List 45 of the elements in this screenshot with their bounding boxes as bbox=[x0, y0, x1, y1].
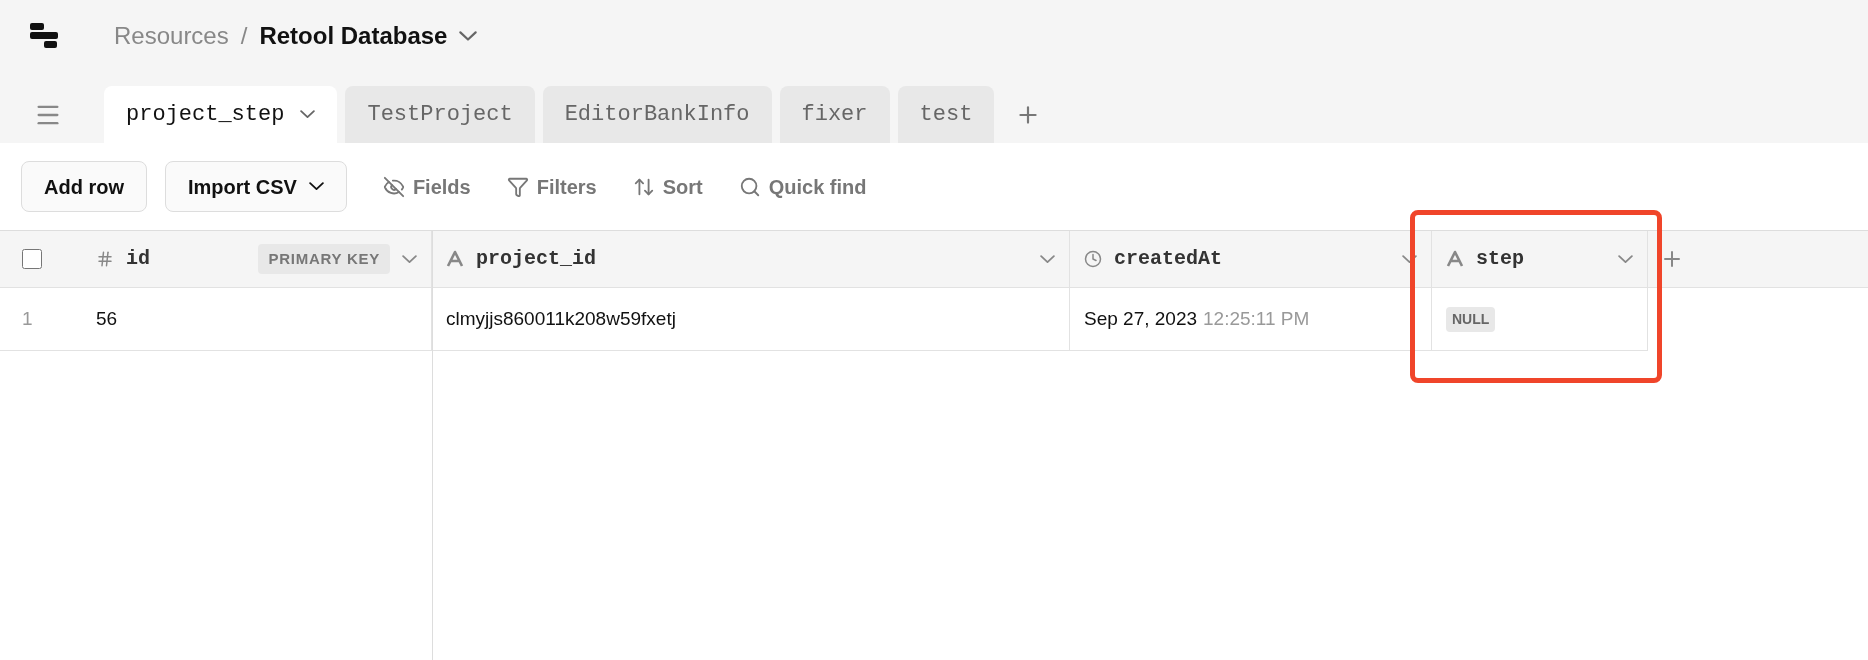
filter-icon bbox=[506, 175, 529, 198]
null-badge: NULL bbox=[1446, 306, 1496, 332]
table-tab[interactable]: test bbox=[897, 86, 995, 143]
column-header[interactable]: createdAt bbox=[1070, 231, 1432, 287]
table-tab[interactable]: EditorBankInfo bbox=[542, 86, 772, 143]
column-name: createdAt bbox=[1114, 246, 1223, 272]
column-name: id bbox=[126, 246, 150, 272]
chevron-down-icon bbox=[308, 182, 324, 191]
table-tab[interactable]: fixer bbox=[779, 86, 890, 143]
table-cell-text: clmyjjs860011k208w59fxetj bbox=[446, 306, 676, 331]
table-tab[interactable]: project_step bbox=[104, 86, 338, 143]
clock-icon bbox=[1084, 250, 1102, 268]
toolbar-action[interactable]: Sort bbox=[632, 171, 703, 202]
text-type-icon bbox=[1446, 250, 1464, 268]
toolbar-action[interactable]: Fields bbox=[382, 171, 471, 202]
chevron-down-icon[interactable] bbox=[1402, 254, 1417, 264]
select-all-checkbox[interactable] bbox=[22, 249, 42, 269]
search-icon bbox=[738, 175, 761, 198]
hash-icon bbox=[96, 250, 114, 268]
cell-date: Sep 27, 2023 bbox=[1084, 306, 1198, 331]
eye-off-icon bbox=[382, 175, 405, 198]
primary-key-badge: PRIMARY KEY bbox=[258, 243, 390, 275]
logo-icon[interactable] bbox=[30, 23, 58, 49]
row-number: 1 bbox=[22, 306, 33, 331]
cell-time: 12:25:11 PM bbox=[1203, 306, 1310, 331]
text-type-icon bbox=[446, 250, 464, 268]
column-header[interactable]: project_id bbox=[432, 231, 1070, 287]
table-tab[interactable]: TestProject bbox=[345, 86, 535, 143]
column-name: project_id bbox=[476, 246, 597, 272]
toolbar-action[interactable]: Quick find bbox=[738, 171, 867, 202]
chevron-down-icon[interactable] bbox=[459, 31, 478, 41]
toolbar-button[interactable]: Import CSV bbox=[165, 161, 347, 212]
breadcrumb-current[interactable]: Retool Database bbox=[259, 18, 448, 54]
column-header[interactable]: id PRIMARY KEY bbox=[96, 231, 432, 287]
breadcrumb-separator: / bbox=[240, 21, 248, 51]
chevron-down-icon bbox=[300, 110, 316, 119]
chevron-down-icon[interactable] bbox=[1618, 254, 1633, 264]
toolbar-action[interactable]: Filters bbox=[506, 171, 597, 202]
toolbar-button[interactable]: Add row bbox=[21, 161, 147, 212]
table-cell-text: 56 bbox=[96, 306, 118, 331]
column-header[interactable]: step bbox=[1432, 231, 1648, 287]
chevron-down-icon[interactable] bbox=[402, 254, 417, 264]
breadcrumb-link[interactable]: Resources bbox=[114, 18, 229, 54]
chevron-down-icon[interactable] bbox=[1040, 254, 1055, 264]
column-name: step bbox=[1476, 246, 1524, 272]
